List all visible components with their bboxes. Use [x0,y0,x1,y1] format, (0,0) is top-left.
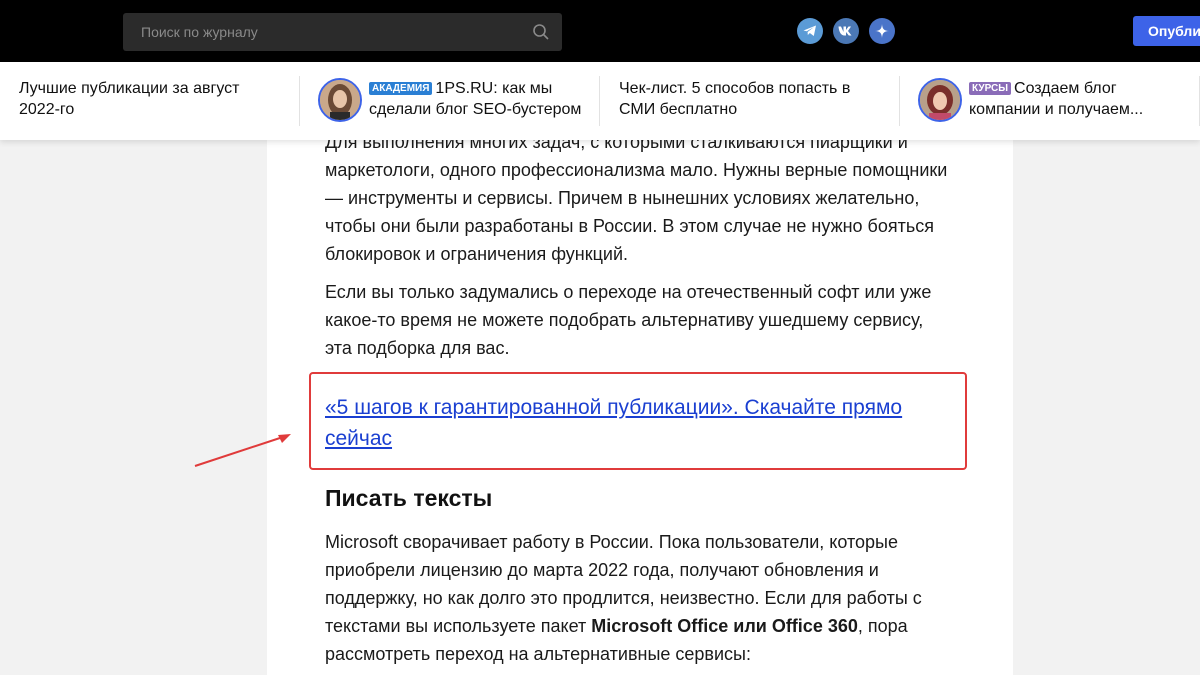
badge-courses: КУРСЫ [969,82,1012,95]
article-paragraph: Для выполнения многих задач, с которыми … [325,140,948,264]
publish-button[interactable]: Опубликовать [1133,16,1200,46]
dzen-icon[interactable] [869,18,895,44]
article-paragraph: Если вы только задумались о переходе на … [325,282,932,358]
bold-product-name: Microsoft Office или Office 360 [591,616,858,636]
divider [899,76,900,126]
featured-item-1[interactable]: Лучшие публикации за август 2022-го [19,78,279,156]
top-bar: Поиск по журналу Опубликовать [0,0,1200,62]
download-guide-link[interactable]: «5 шагов к гарантированной публикации». … [325,392,935,454]
divider [599,76,600,126]
article-body: Для выполнения многих задач, с которыми … [267,140,1013,675]
avatar[interactable] [318,78,362,122]
telegram-icon[interactable] [797,18,823,44]
featured-item-2[interactable]: АКАДЕМИЯ 1PS.RU: как мы сделали блог SEO-… [369,78,589,156]
search-placeholder: Поиск по журналу [141,24,258,40]
section-heading: Писать тексты [325,485,493,511]
avatar[interactable] [918,78,962,122]
badge-academy: АКАДЕМИЯ [369,82,433,95]
vk-icon[interactable] [833,18,859,44]
article-paragraph: Microsoft сворачивает работу в России. П… [325,528,955,668]
featured-item-text: Чек-лист. 5 способов попасть в СМИ беспл… [619,80,851,118]
featured-item-4[interactable]: КУРСЫ Создаем блог компании и получаем... [969,78,1159,122]
search-icon[interactable] [532,23,550,41]
featured-strip: Лучшие публикации за август 2022-го АКАД… [0,62,1200,140]
search-input[interactable]: Поиск по журналу [123,13,562,51]
divider [299,76,300,126]
featured-item-text: Лучшие публикации за август 2022-го [19,80,240,118]
annotation-arrow-icon [194,434,291,467]
featured-item-3[interactable]: Чек-лист. 5 способов попасть в СМИ беспл… [619,78,879,156]
